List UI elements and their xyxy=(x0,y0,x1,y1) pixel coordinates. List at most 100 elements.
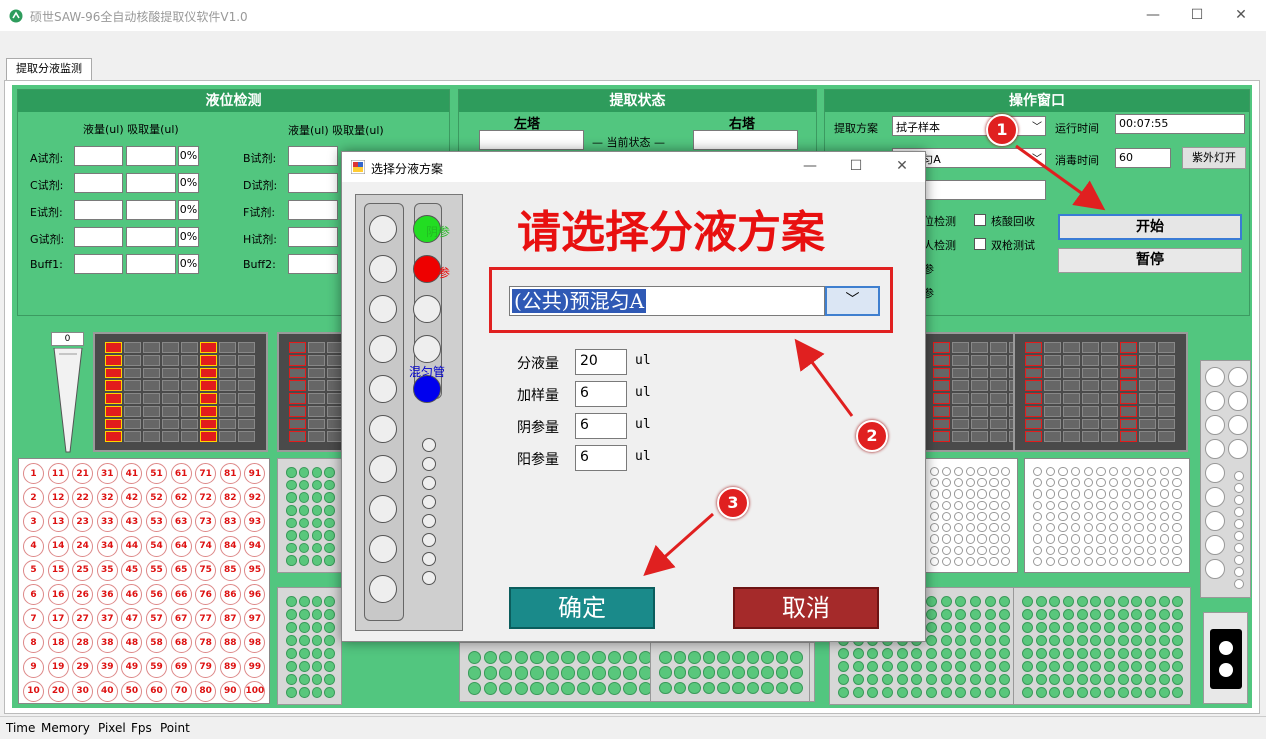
sample-well[interactable]: 56 xyxy=(146,584,167,605)
sample-well[interactable]: 83 xyxy=(219,511,241,533)
sample-well[interactable]: 48 xyxy=(121,632,143,654)
sample-well[interactable]: 4 xyxy=(23,535,44,557)
sample-tube[interactable] xyxy=(369,375,397,403)
sample-well[interactable]: 99 xyxy=(244,656,266,678)
sample-tube[interactable] xyxy=(369,575,397,603)
sample-well[interactable]: 92 xyxy=(244,487,266,509)
sample-well[interactable]: 44 xyxy=(121,535,143,557)
tube[interactable] xyxy=(413,335,441,363)
plan-combo[interactable]: (公共)预混匀A xyxy=(509,286,825,316)
sample-well[interactable]: 5 xyxy=(23,559,44,581)
sample-well[interactable]: 89 xyxy=(219,656,241,678)
sample-well[interactable]: 68 xyxy=(170,632,192,654)
dual-gun-checkbox[interactable] xyxy=(974,238,986,250)
sample-tube[interactable] xyxy=(369,415,397,443)
start-button[interactable]: 开始 xyxy=(1058,214,1242,240)
sample-well[interactable]: 74 xyxy=(195,535,217,557)
sample-well[interactable]: 95 xyxy=(244,559,266,581)
sample-well[interactable]: 93 xyxy=(244,511,266,533)
dialog-minimize-button[interactable]: — xyxy=(787,152,833,180)
sample-well[interactable]: 72 xyxy=(195,487,217,509)
sample-well[interactable]: 40 xyxy=(96,680,118,702)
sample-well[interactable]: 33 xyxy=(96,511,118,533)
sample-well[interactable]: 85 xyxy=(219,559,241,581)
sample-well[interactable]: 17 xyxy=(47,608,69,630)
sample-well[interactable]: 86 xyxy=(219,584,241,605)
ok-button[interactable]: 确定 xyxy=(509,587,655,629)
sample-well[interactable]: 55 xyxy=(146,559,167,581)
cancel-button[interactable]: 取消 xyxy=(733,587,879,629)
field-input[interactable]: 6 xyxy=(575,381,627,407)
sample-well[interactable]: 65 xyxy=(170,559,192,581)
sample-well[interactable]: 91 xyxy=(244,463,266,484)
sample-well[interactable]: 77 xyxy=(195,608,217,630)
sample-well[interactable]: 46 xyxy=(121,584,143,605)
sample-well[interactable]: 37 xyxy=(96,608,118,630)
sample-well[interactable]: 2 xyxy=(23,487,44,509)
field-input[interactable]: 20 xyxy=(575,349,627,375)
sample-well[interactable]: 69 xyxy=(170,656,192,678)
sample-well[interactable]: 67 xyxy=(170,608,192,630)
close-button[interactable]: ✕ xyxy=(1218,0,1264,31)
sample-well[interactable]: 26 xyxy=(72,584,94,605)
sample-well[interactable]: 15 xyxy=(47,559,69,581)
sample-well[interactable]: 19 xyxy=(47,656,69,678)
sample-well[interactable]: 11 xyxy=(47,463,69,484)
sample-well[interactable]: 35 xyxy=(96,559,118,581)
sample-well[interactable]: 78 xyxy=(195,632,217,654)
combo-dropdown-icon[interactable]: ﹀ xyxy=(825,286,880,316)
sample-tube[interactable] xyxy=(369,335,397,363)
sample-well[interactable]: 52 xyxy=(146,487,167,509)
sample-well[interactable]: 7 xyxy=(23,608,44,630)
sample-well[interactable]: 87 xyxy=(219,608,241,630)
sample-well[interactable]: 18 xyxy=(47,632,69,654)
sample-well[interactable]: 49 xyxy=(121,656,143,678)
sample-well[interactable]: 27 xyxy=(72,608,94,630)
sample-well[interactable]: 62 xyxy=(170,487,192,509)
sample-well[interactable]: 45 xyxy=(121,559,143,581)
sample-well[interactable]: 42 xyxy=(121,487,143,509)
sample-well[interactable]: 59 xyxy=(146,656,167,678)
sample-tube[interactable] xyxy=(369,535,397,563)
field-input[interactable]: 6 xyxy=(575,413,627,439)
sample-well[interactable]: 29 xyxy=(72,656,94,678)
sample-well[interactable]: 81 xyxy=(219,463,241,484)
minimize-button[interactable]: — xyxy=(1130,0,1176,31)
sample-well[interactable]: 20 xyxy=(47,680,69,702)
sample-well[interactable]: 9 xyxy=(23,656,44,678)
sample-well[interactable]: 23 xyxy=(72,511,94,533)
sample-well[interactable]: 97 xyxy=(244,608,266,630)
sample-tube[interactable] xyxy=(369,455,397,483)
sample-well[interactable]: 21 xyxy=(72,463,94,484)
sample-well[interactable]: 96 xyxy=(244,584,266,605)
sample-well[interactable]: 61 xyxy=(170,463,192,484)
pause-button[interactable]: 暂停 xyxy=(1058,248,1242,273)
dialog-maximize-button[interactable]: ☐ xyxy=(833,152,879,180)
sample-well[interactable]: 73 xyxy=(195,511,217,533)
uv-lamp-button[interactable]: 紫外灯开 xyxy=(1182,147,1246,169)
sample-well[interactable]: 51 xyxy=(146,463,167,484)
dialog-close-button[interactable]: ✕ xyxy=(879,152,925,180)
sample-well[interactable]: 94 xyxy=(244,535,266,557)
sample-well[interactable]: 75 xyxy=(195,559,217,581)
sample-well[interactable]: 98 xyxy=(244,632,266,654)
sample-well[interactable]: 100 xyxy=(244,680,266,702)
sample-well[interactable]: 14 xyxy=(47,535,69,557)
sample-well[interactable]: 88 xyxy=(219,632,241,654)
sample-tube[interactable] xyxy=(369,295,397,323)
sample-well[interactable]: 76 xyxy=(195,584,217,605)
sample-well[interactable]: 24 xyxy=(72,535,94,557)
sample-well[interactable]: 47 xyxy=(121,608,143,630)
sample-well[interactable]: 80 xyxy=(195,680,217,702)
sample-well[interactable]: 12 xyxy=(47,487,69,509)
field-input[interactable]: 6 xyxy=(575,445,627,471)
sample-well[interactable]: 60 xyxy=(146,680,167,702)
sample-well[interactable]: 63 xyxy=(170,511,192,533)
sample-tube[interactable] xyxy=(369,495,397,523)
sample-well[interactable]: 8 xyxy=(23,632,44,654)
sample-well[interactable]: 58 xyxy=(146,632,167,654)
sample-well[interactable]: 64 xyxy=(170,535,192,557)
sample-well[interactable]: 32 xyxy=(96,487,118,509)
disinfect-field[interactable]: 60 xyxy=(1115,148,1171,168)
sample-well[interactable]: 6 xyxy=(23,584,44,605)
